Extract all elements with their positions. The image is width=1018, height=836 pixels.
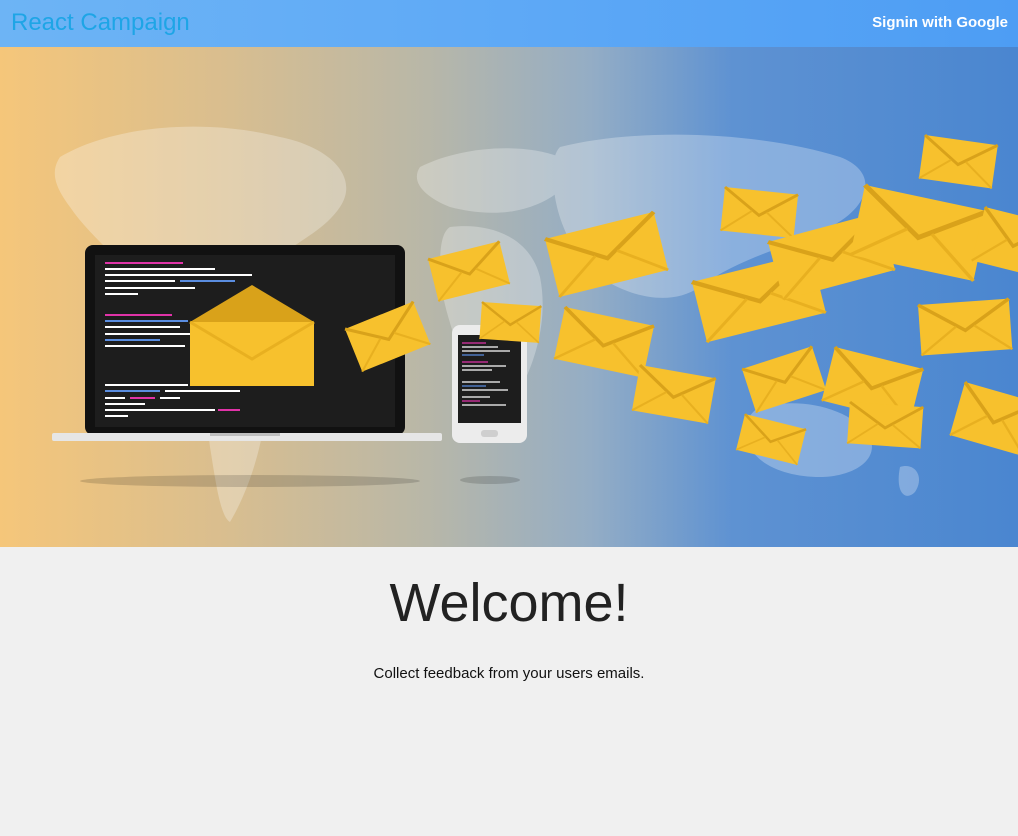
- hero-banner: [0, 47, 1018, 547]
- page-subtitle: Collect feedback from your users emails.: [373, 665, 645, 682]
- signin-with-google-link[interactable]: Signin with Google: [872, 14, 1008, 31]
- brand-link[interactable]: React Campaign: [11, 9, 190, 37]
- phone-illustration: [452, 325, 527, 484]
- page-title: Welcome!: [389, 573, 629, 633]
- navbar: React Campaign Signin with Google: [0, 0, 1018, 47]
- email-campaign-illustration: [52, 126, 1018, 522]
